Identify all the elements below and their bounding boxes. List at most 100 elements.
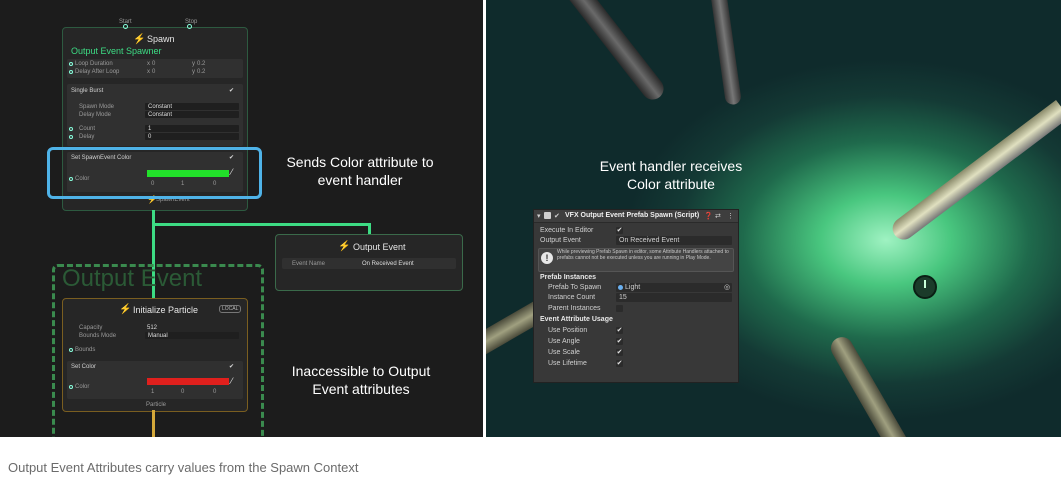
delay-label: Delay: [79, 134, 95, 140]
delay-field[interactable]: [145, 133, 239, 140]
loop-duration-y-label: y: [192, 61, 195, 67]
instance-count-value: 15: [619, 294, 627, 301]
loop-duration-label: Loop Duration: [75, 61, 113, 67]
foldout-arrow-icon[interactable]: ▾: [537, 212, 541, 220]
set-color-title: Set Color: [71, 364, 97, 370]
loop-duration-x[interactable]: 0: [152, 61, 155, 67]
spawn-mode-label: Spawn Mode: [79, 104, 115, 110]
capacity-value[interactable]: 512: [147, 325, 157, 331]
spawn-node-subtitle: Output Event Spawner: [71, 46, 162, 56]
bolt-icon: ⚡: [133, 34, 146, 45]
use-angle-label: Use Angle: [548, 338, 580, 345]
use-position-checkbox[interactable]: ✔: [616, 327, 623, 334]
delay-after-loop-y-label: y: [192, 69, 195, 75]
delay-after-loop-y[interactable]: 0.2: [197, 69, 205, 75]
initialize-particle-node[interactable]: ⚡ Initialize Particle LOCAL Capacity 512…: [62, 298, 248, 412]
use-scale-label: Use Scale: [548, 349, 580, 356]
spawn-node-title: Spawn: [147, 34, 175, 44]
start-port[interactable]: [123, 24, 128, 29]
count-field[interactable]: [145, 125, 239, 132]
delay-mode-label: Delay Mode: [79, 112, 112, 118]
annotation-sends-color: Sends Color attribute to event handler: [286, 154, 434, 188]
object-picker-icon[interactable]: ◎: [724, 283, 730, 291]
help-icon[interactable]: ❓: [704, 212, 713, 220]
count-port[interactable]: [69, 127, 73, 131]
instance-count-field[interactable]: [616, 293, 732, 302]
bounds-mode-value: Manual: [148, 333, 168, 339]
execute-in-editor-checkbox[interactable]: ✔: [616, 227, 623, 234]
capacity-label: Capacity: [79, 325, 103, 331]
spike-right: [888, 100, 1061, 244]
inspector-component[interactable]: ▾ ✔ VFX Output Event Prefab Spawn (Scrip…: [533, 209, 739, 383]
delay-mode-value: Constant: [148, 112, 173, 118]
flow-wire-horizontal: [155, 223, 371, 226]
event-name-label: Event Name: [292, 261, 326, 267]
count-value: 1: [148, 126, 152, 132]
use-lifetime-label: Use Lifetime: [548, 360, 587, 367]
output-event-group-title: Output Event: [62, 265, 203, 292]
output-event-label: Output Event: [540, 237, 581, 244]
spike-bottom-right: [826, 333, 906, 437]
instance-count-label: Instance Count: [548, 294, 596, 301]
delay-after-loop-label: Delay After Loop: [75, 69, 120, 75]
loop-duration-port[interactable]: [69, 62, 73, 66]
use-scale-checkbox[interactable]: ✔: [616, 349, 623, 356]
output-event-bolt-icon: ⚡: [338, 241, 351, 252]
parent-instances-checkbox[interactable]: [616, 305, 623, 312]
output-event-node[interactable]: ⚡ Output Event Event Name On Received Ev…: [275, 234, 463, 291]
prefab-to-spawn-value: Light: [625, 284, 641, 291]
inspector-title: VFX Output Event Prefab Spawn (Script): [565, 212, 700, 219]
use-angle-checkbox[interactable]: ✔: [616, 338, 623, 345]
delay-after-loop-x-label: x: [147, 69, 150, 75]
local-badge[interactable]: LOCAL: [219, 305, 242, 313]
warning-text: While previewing Prefab Spawn in editor,…: [557, 249, 729, 261]
initialize-particle-title: Initialize Particle: [133, 305, 199, 315]
spawn-mode-value: Constant: [148, 104, 173, 110]
spike-top-center: [710, 0, 742, 106]
delay-value: 0: [148, 134, 152, 140]
script-icon: [544, 212, 551, 219]
usage-header: Event Attribute Usage: [540, 316, 613, 323]
particle-color-r[interactable]: 1: [151, 389, 154, 395]
particle-out-label: Particle: [146, 402, 167, 408]
output-event-node-title: Output Event: [353, 242, 406, 252]
bounds-port[interactable]: [69, 348, 73, 352]
annotation-receives-color: Event handler receives Color attribute: [599, 158, 743, 192]
bounds-label: Bounds: [75, 347, 96, 353]
particle-color-g[interactable]: 0: [181, 389, 184, 395]
prefab-icon: [618, 285, 623, 290]
delay-after-loop-x[interactable]: 0: [152, 69, 155, 75]
light-gizmo-hand: [924, 280, 926, 288]
single-burst-title: Single Burst: [71, 88, 104, 94]
loop-duration-y[interactable]: 0.2: [197, 61, 205, 67]
selection-highlight: [47, 147, 262, 199]
particle-eyedropper-icon[interactable]: ⁄: [231, 376, 233, 386]
particle-flow-wire: [152, 410, 155, 437]
bounds-mode-label: Bounds Mode: [79, 333, 117, 339]
single-burst-check-icon[interactable]: ✔: [229, 87, 234, 94]
stop-port[interactable]: [187, 24, 192, 29]
more-menu-icon[interactable]: ⋮: [727, 212, 734, 220]
component-enabled-check[interactable]: ✔: [554, 212, 560, 220]
particle-color-swatch[interactable]: [147, 378, 229, 385]
use-position-label: Use Position: [548, 327, 588, 334]
particle-color-b[interactable]: 0: [213, 389, 216, 395]
init-bolt-icon: ⚡: [119, 304, 132, 315]
event-name-value[interactable]: On Received Event: [362, 261, 414, 267]
parent-instances-label: Parent Instances: [548, 305, 601, 312]
delay-port[interactable]: [69, 135, 73, 139]
settings-icon[interactable]: ⇄: [715, 212, 721, 220]
figure-caption: Output Event Attributes carry values fro…: [8, 460, 359, 475]
output-event-value: On Received Event: [619, 237, 680, 244]
set-color-check-icon[interactable]: ✔: [229, 363, 234, 370]
count-label: Count: [79, 126, 96, 132]
delay-after-loop-port[interactable]: [69, 70, 73, 74]
execute-in-editor-label: Execute In Editor: [540, 227, 594, 234]
particle-color-port[interactable]: [69, 385, 73, 389]
prefab-instances-header: Prefab Instances: [540, 274, 597, 281]
vfx-graph-panel: Start Stop ⚡ Spawn Output Event Spawner …: [0, 0, 483, 437]
use-lifetime-checkbox[interactable]: ✔: [616, 360, 623, 367]
prefab-to-spawn-label: Prefab To Spawn: [548, 284, 602, 291]
annotation-inaccessible: Inaccessible to Output Event attributes: [291, 363, 431, 397]
warning-icon: !: [541, 252, 553, 264]
